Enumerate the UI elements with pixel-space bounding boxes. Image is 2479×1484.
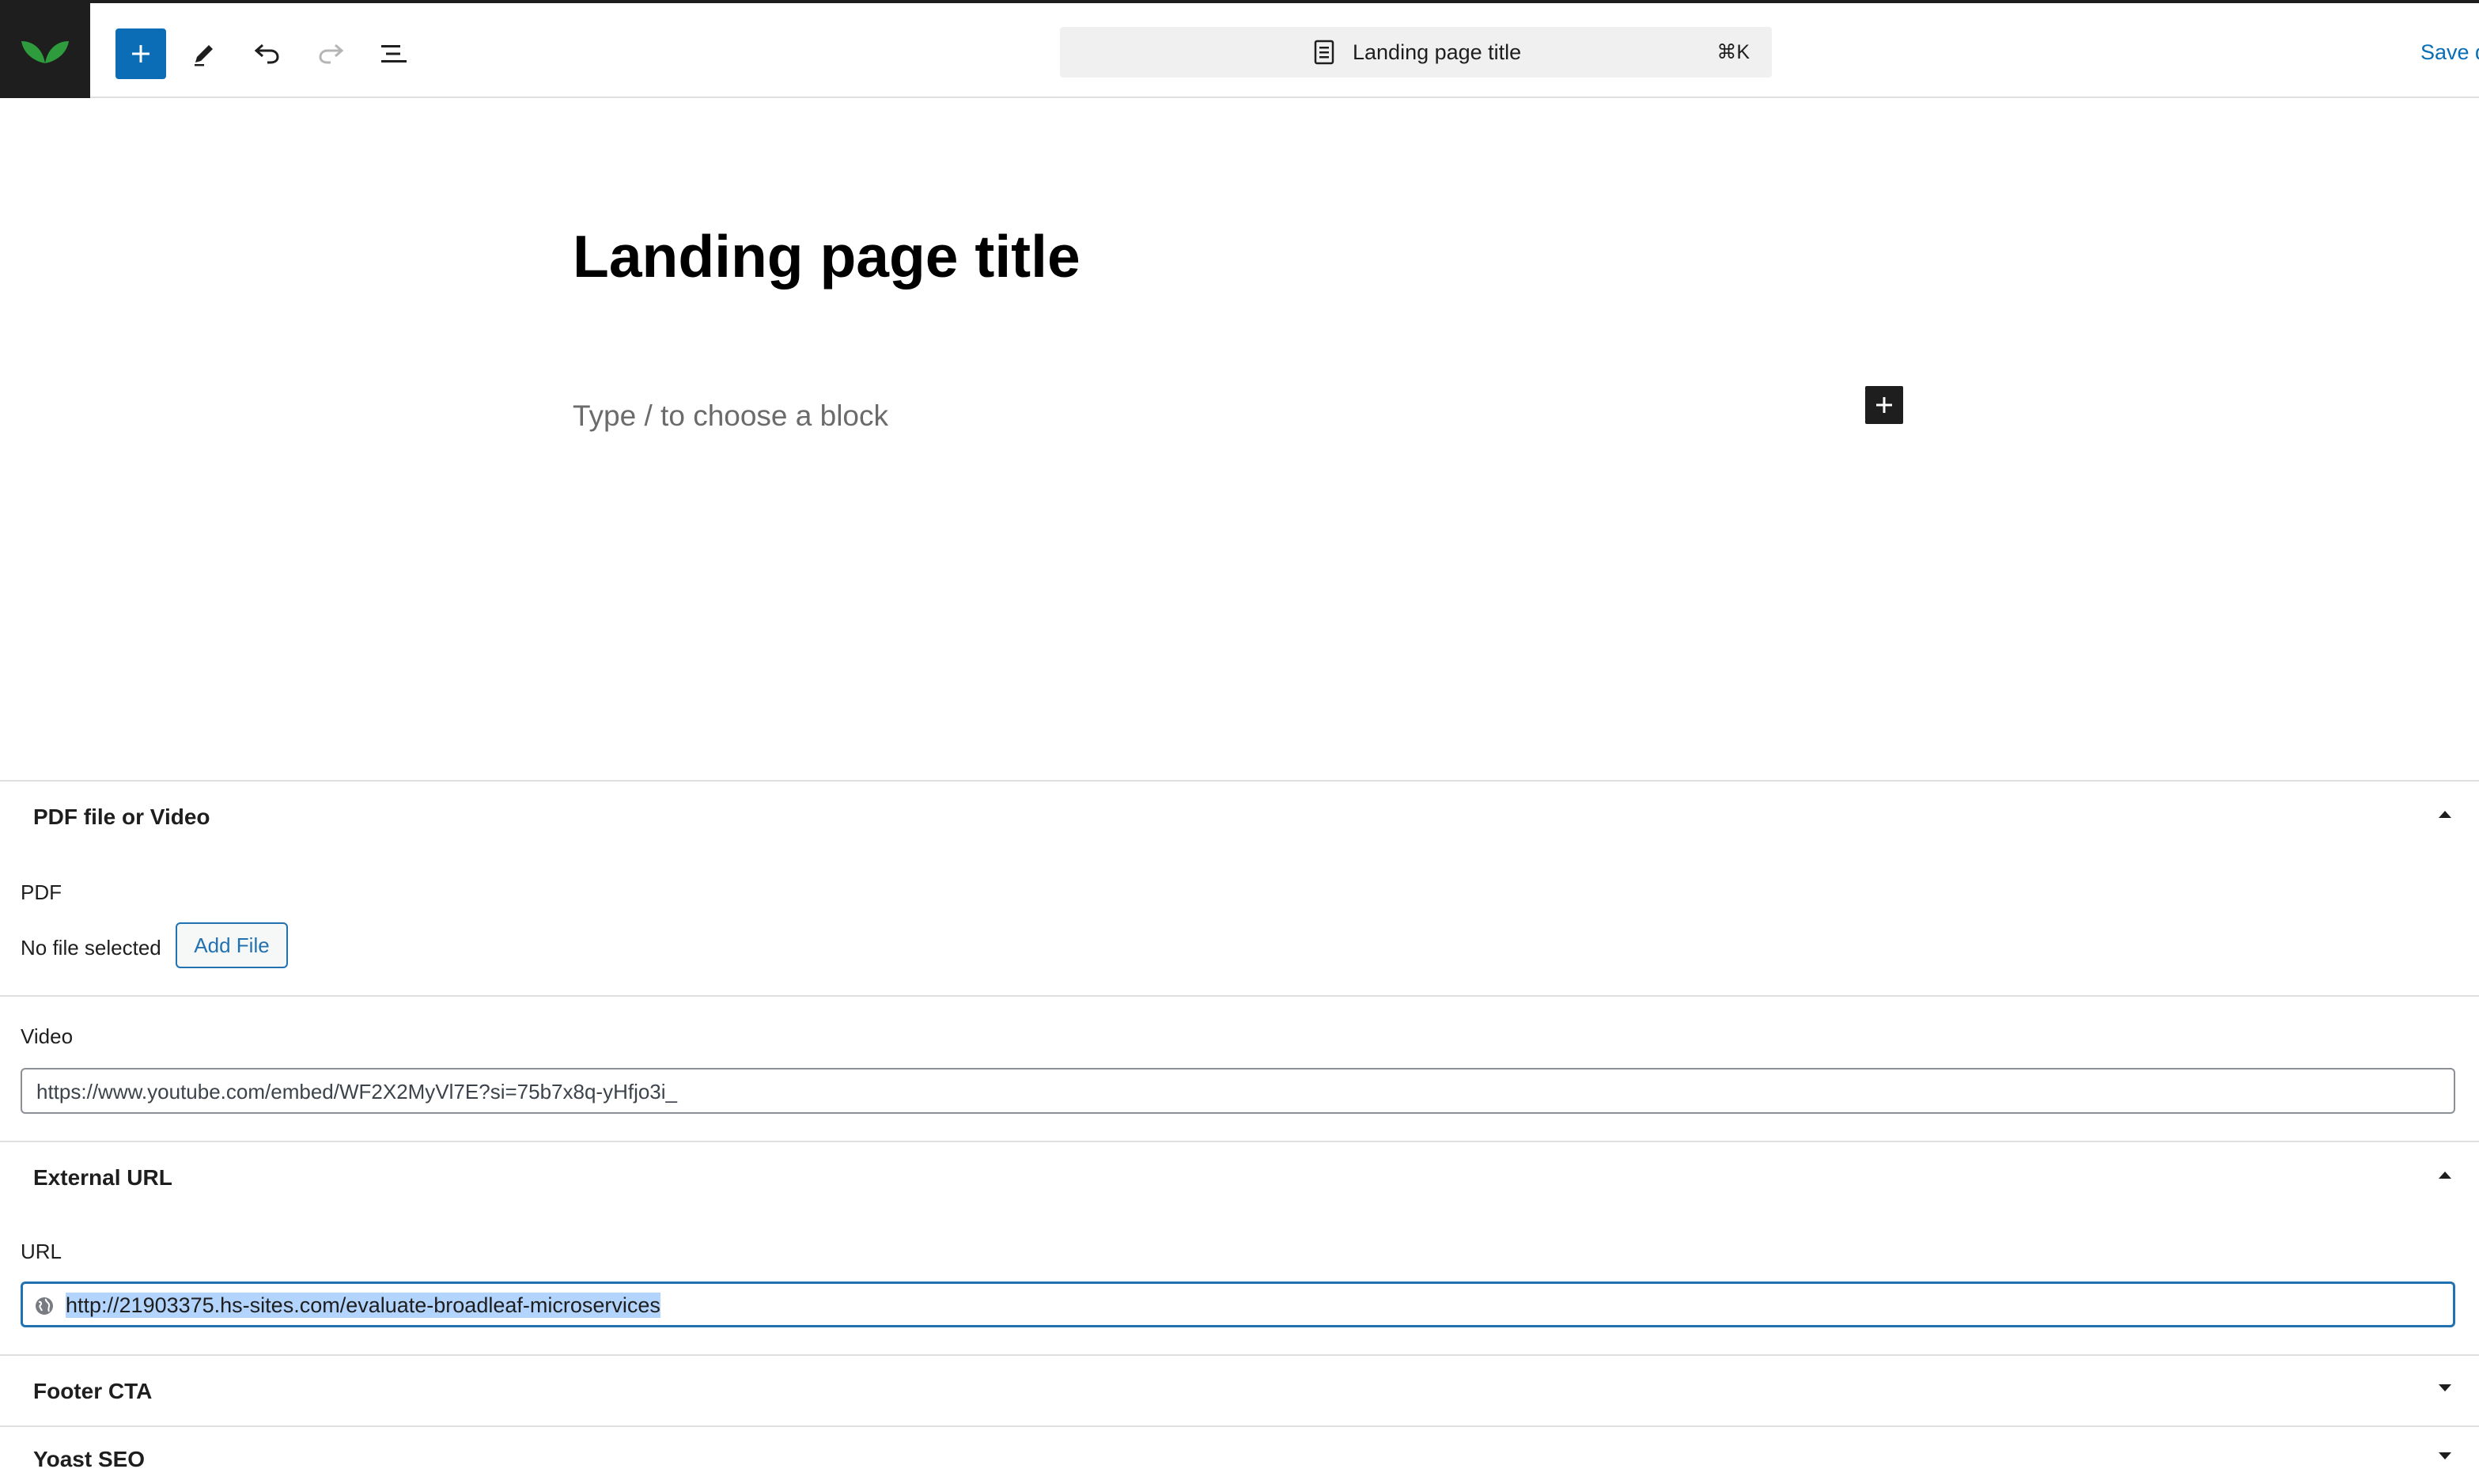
panel-header-yoast-seo[interactable]: Yoast SEO bbox=[0, 1425, 2479, 1484]
external-url-value: http://21903375.hs-sites.com/evaluate-br… bbox=[66, 1293, 660, 1318]
command-palette-bar[interactable]: Landing page title ⌘K bbox=[1060, 27, 1772, 78]
save-draft-button[interactable]: Save d bbox=[2420, 40, 2479, 65]
redo-button[interactable] bbox=[305, 28, 356, 79]
url-label: URL bbox=[21, 1240, 62, 1263]
site-logo[interactable] bbox=[0, 3, 90, 98]
undo-button[interactable] bbox=[242, 28, 293, 79]
chevron-up-icon bbox=[2439, 1172, 2451, 1179]
pencil-icon bbox=[195, 45, 213, 66]
inline-add-block-button[interactable] bbox=[1865, 386, 1903, 424]
panel-title: Yoast SEO bbox=[33, 1447, 146, 1471]
add-file-button[interactable]: Add File bbox=[176, 922, 288, 968]
no-file-text: No file selected bbox=[21, 936, 161, 960]
tools-button[interactable] bbox=[179, 28, 229, 79]
document-overview-button[interactable] bbox=[369, 28, 419, 79]
panel-title: Footer CTA bbox=[33, 1379, 153, 1403]
chevron-up-icon bbox=[2439, 811, 2451, 818]
command-shortcut: ⌘K bbox=[1716, 41, 1750, 63]
video-url-value: https://www.youtube.com/embed/WF2X2MyVl7… bbox=[36, 1080, 677, 1104]
panel-header-footer-cta[interactable]: Footer CTA bbox=[0, 1354, 2479, 1425]
pdf-label: PDF bbox=[21, 880, 62, 904]
post-title[interactable]: Landing page title bbox=[573, 218, 1081, 294]
panel-title: External URL bbox=[33, 1165, 172, 1190]
document-icon bbox=[1314, 40, 1334, 65]
video-label: Video bbox=[21, 1024, 74, 1048]
leaf-logo-icon bbox=[21, 41, 69, 63]
block-placeholder[interactable]: Type / to choose a block bbox=[573, 397, 888, 435]
panel-header-external-url[interactable]: External URL bbox=[0, 1141, 2479, 1212]
redo-icon bbox=[319, 44, 344, 64]
undo-icon bbox=[254, 44, 279, 64]
globe-icon bbox=[36, 1297, 53, 1315]
external-url-input[interactable]: http://21903375.hs-sites.com/evaluate-br… bbox=[21, 1281, 2455, 1327]
editor-canvas: Landing page title Type / to choose a bl… bbox=[0, 98, 2479, 780]
divider bbox=[0, 995, 2479, 997]
panel-title: PDF file or Video bbox=[33, 804, 210, 829]
document-title: Landing page title bbox=[1353, 40, 1522, 64]
plus-icon bbox=[132, 45, 149, 62]
add-block-button[interactable] bbox=[115, 28, 166, 79]
chevron-down-icon bbox=[2439, 1452, 2451, 1459]
list-view-icon bbox=[381, 45, 407, 62]
plus-icon bbox=[1876, 397, 1892, 413]
chevron-down-icon bbox=[2439, 1384, 2451, 1391]
panel-header-pdf-video[interactable]: PDF file or Video bbox=[0, 780, 2479, 851]
meta-boxes-area: PDF file or Video PDF No file selected A… bbox=[0, 780, 2479, 1484]
editor-toolbar: Landing page title ⌘K Save d bbox=[0, 0, 2479, 98]
video-url-input[interactable]: https://www.youtube.com/embed/WF2X2MyVl7… bbox=[21, 1068, 2455, 1114]
